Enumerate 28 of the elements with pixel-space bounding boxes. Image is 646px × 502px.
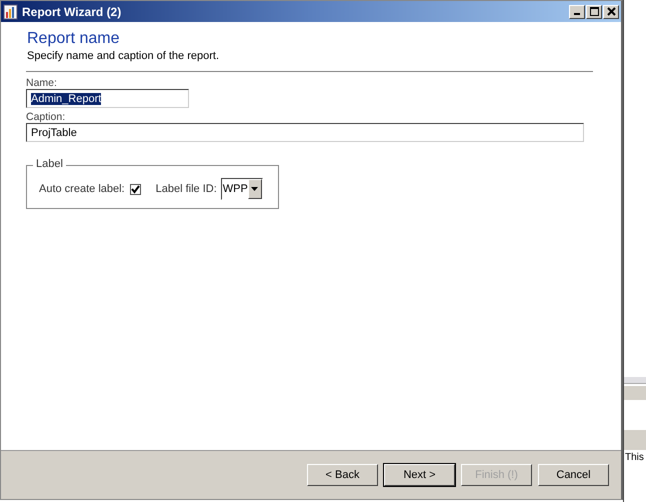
checkbox-label: Auto create label: [39,183,125,195]
label-file-combobox[interactable]: WPP [220,178,263,200]
combo-label: Label file ID: [156,183,217,195]
field-value: ProjTable [31,126,77,138]
wizard-button[interactable]: Next > [384,464,455,486]
maximize-icon [590,7,598,16]
background-text: This [625,452,644,463]
page-heading: Report name [27,30,120,48]
maximize-button[interactable] [586,4,602,18]
auto-create-checkbox[interactable] [130,184,141,194]
report-icon [3,4,19,20]
toolbar-strip [624,377,646,384]
window-title: Report Wizard (2) [22,4,122,18]
field-value: Admin_Report [31,92,102,104]
panel-bar [624,430,646,450]
panel-header [624,386,646,400]
close-button[interactable] [603,4,619,18]
close-icon [606,7,616,16]
caption-field[interactable]: ProjTable [26,123,584,142]
name-field[interactable]: Admin_Report [26,89,189,108]
field-label: Caption: [26,111,66,123]
wizard-button[interactable]: Cancel [538,464,609,486]
field-label: Name: [26,77,57,89]
dropdown-arrow-icon [250,186,259,192]
page-description: Specify name and caption of the report. [27,50,220,62]
wizard-button[interactable]: < Back [307,464,378,486]
minimize-button[interactable] [569,4,585,18]
group-title: Label [33,158,66,170]
